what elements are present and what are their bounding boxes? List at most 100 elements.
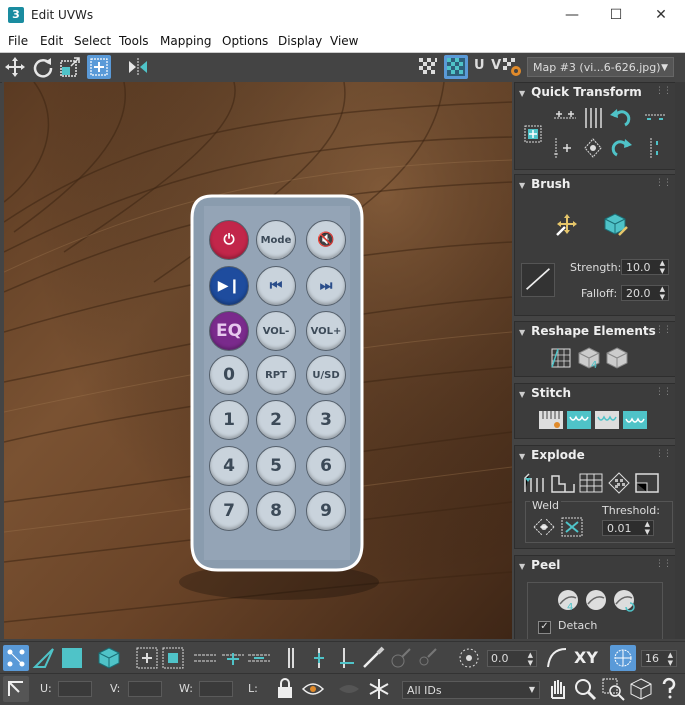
- menu-tools[interactable]: Tools: [119, 34, 149, 48]
- menu-mapping[interactable]: Mapping: [160, 34, 212, 48]
- maximize-button[interactable]: ☐: [593, 0, 639, 31]
- flatten-by-smoothing-group-icon[interactable]: [521, 470, 549, 496]
- weld-target-icon[interactable]: [558, 514, 586, 540]
- menu-select[interactable]: Select: [74, 34, 111, 48]
- detach-edge-icon[interactable]: [633, 470, 661, 496]
- v-field[interactable]: [128, 681, 162, 697]
- point-to-point-icon[interactable]: [278, 645, 304, 671]
- absolute-offset-icon[interactable]: [3, 676, 29, 702]
- stitch-average-icon[interactable]: [593, 407, 621, 433]
- falloff-spinner[interactable]: 20.0 ▲ ▼: [621, 285, 669, 301]
- face-mode-icon[interactable]: [59, 645, 85, 671]
- minimize-button[interactable]: —: [549, 0, 595, 31]
- rotate-icon[interactable]: [31, 55, 55, 79]
- uv-axis-label[interactable]: U V: [474, 58, 502, 73]
- spinner-arrows-icon[interactable]: ▲ ▼: [528, 651, 533, 667]
- pan-hand-icon[interactable]: [544, 676, 570, 702]
- relax-brush-icon[interactable]: [601, 211, 629, 237]
- distribute-horizontal-icon[interactable]: [641, 105, 669, 131]
- stitch-header[interactable]: ▼ Stitch: [515, 384, 675, 402]
- texture-options-icon[interactable]: [500, 55, 524, 79]
- u-field[interactable]: [58, 681, 92, 697]
- threshold-spinner[interactable]: 0.01 ▲ ▼: [602, 520, 654, 536]
- unhide-icon[interactable]: [336, 676, 362, 702]
- ring-select-icon[interactable]: [220, 645, 246, 671]
- flatten-by-material-icon[interactable]: [549, 470, 577, 496]
- checker-pattern-icon[interactable]: [416, 55, 440, 79]
- edge-loop-grow-icon[interactable]: [306, 645, 332, 671]
- shrink-brush-icon[interactable]: [414, 645, 440, 671]
- stitch-to-source-icon[interactable]: [621, 407, 649, 433]
- hide-icon[interactable]: [300, 676, 326, 702]
- element-mode-icon[interactable]: [96, 645, 122, 671]
- set-pivot-icon[interactable]: [519, 121, 547, 147]
- zoom-icon[interactable]: [572, 676, 598, 702]
- relax-icon[interactable]: [603, 345, 631, 371]
- texture-map-dropdown[interactable]: Map #3 (vi...6-626.jpg) ▼: [527, 57, 674, 77]
- material-id-dropdown[interactable]: All IDs ▼: [402, 681, 540, 699]
- stitch-custom-icon[interactable]: [537, 407, 565, 433]
- break-icon[interactable]: [605, 470, 633, 496]
- align-vertical-icon[interactable]: [579, 105, 607, 131]
- flatten-by-polygon-angle-icon[interactable]: [577, 470, 605, 496]
- menu-file[interactable]: File: [8, 34, 28, 48]
- freeze-icon[interactable]: [366, 676, 392, 702]
- menu-view[interactable]: View: [330, 34, 358, 48]
- freeform-mode-icon[interactable]: [87, 55, 111, 79]
- enlarge-brush-icon[interactable]: [388, 645, 414, 671]
- detach-checkbox[interactable]: ✓: [538, 621, 551, 634]
- peel-header[interactable]: ▼ Peel: [515, 556, 675, 574]
- grid-spinner[interactable]: 16 ▲ ▼: [641, 650, 677, 667]
- straighten-selection-icon[interactable]: [547, 345, 575, 371]
- edge-loop-shrink-icon[interactable]: [334, 645, 360, 671]
- align-to-edge-icon[interactable]: [551, 135, 579, 161]
- explode-header[interactable]: ▼ Explode: [515, 446, 675, 464]
- peel-mode-icon[interactable]: [582, 587, 610, 613]
- weld-selected-icon[interactable]: [530, 514, 558, 540]
- menu-options[interactable]: Options: [222, 34, 268, 48]
- menu-display[interactable]: Display: [278, 34, 322, 48]
- brush-header[interactable]: ▼ Brush: [515, 175, 675, 193]
- reset-peel-icon[interactable]: [610, 587, 638, 613]
- panel-scrollbar[interactable]: [675, 82, 685, 639]
- zoom-region-icon[interactable]: [600, 676, 626, 702]
- soft-selection-icon[interactable]: [456, 645, 482, 671]
- spinner-arrows-icon[interactable]: ▲ ▼: [660, 259, 665, 275]
- close-button[interactable]: ✕: [638, 0, 684, 31]
- distribute-vertical-icon[interactable]: [641, 135, 669, 161]
- reshape-elements-header[interactable]: ▼ Reshape Elements: [515, 322, 675, 340]
- straighten-icon[interactable]: [579, 135, 607, 161]
- relax-until-flat-icon[interactable]: 4: [575, 345, 603, 371]
- shrink-loop-icon[interactable]: [246, 645, 272, 671]
- edge-mode-icon[interactable]: [31, 645, 57, 671]
- menu-edit[interactable]: Edit: [40, 34, 63, 48]
- shrink-selection-icon[interactable]: [160, 645, 186, 671]
- falloff-curve-icon[interactable]: [521, 263, 555, 297]
- show-map-icon[interactable]: [444, 55, 468, 79]
- falloff-type-icon[interactable]: [544, 645, 570, 671]
- rotate-cw-icon[interactable]: [607, 135, 635, 161]
- scale-icon[interactable]: [58, 55, 82, 79]
- help-icon[interactable]: [656, 676, 682, 702]
- angle-spinner[interactable]: 0.0 ▲ ▼: [487, 650, 537, 667]
- spinner-arrows-icon[interactable]: ▲ ▼: [645, 520, 650, 536]
- grid-snap-icon[interactable]: [610, 645, 636, 671]
- xy-space-toggle[interactable]: XY: [574, 648, 598, 667]
- spinner-arrows-icon[interactable]: ▲ ▼: [668, 651, 673, 667]
- paint-move-icon[interactable]: [553, 211, 581, 237]
- rotate-ccw-icon[interactable]: [607, 105, 635, 131]
- lock-icon[interactable]: [272, 676, 298, 702]
- uv-viewport[interactable]: ⏻ Mode 🔇 ▶❙ ⏮ ⏭ EQ VOL- VOL+ 0 RPT U/SD 1 2 3 4 5 6 7 8 9: [2, 82, 512, 639]
- align-horizontal-icon[interactable]: [551, 105, 579, 131]
- move-icon[interactable]: [3, 55, 27, 79]
- mirror-icon[interactable]: [126, 55, 150, 79]
- loop-select-icon[interactable]: [192, 645, 218, 671]
- quick-transform-header[interactable]: ▼ Quick Transform: [515, 83, 675, 101]
- strength-spinner[interactable]: 10.0 ▲ ▼: [621, 259, 669, 275]
- grow-selection-icon[interactable]: [134, 645, 160, 671]
- vertex-mode-icon[interactable]: [3, 645, 29, 671]
- spinner-arrows-icon[interactable]: ▲ ▼: [660, 285, 665, 301]
- paint-select-icon[interactable]: [360, 645, 386, 671]
- w-field[interactable]: [199, 681, 233, 697]
- zoom-extents-icon[interactable]: [628, 676, 654, 702]
